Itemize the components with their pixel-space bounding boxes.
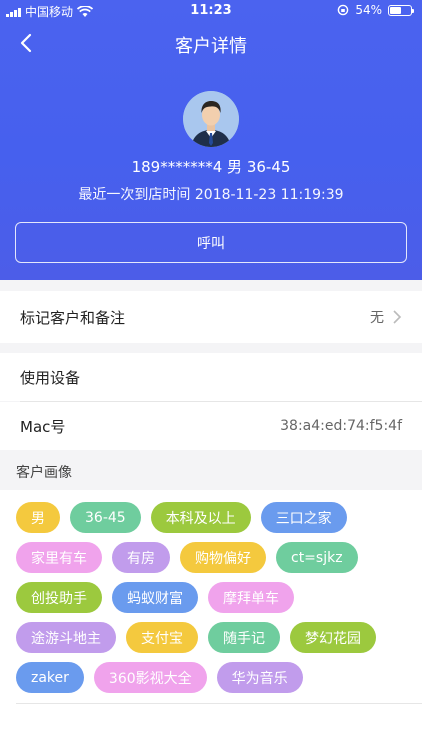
tag: zaker <box>16 662 84 693</box>
tag: 支付宝 <box>126 622 198 653</box>
header: 中国移动 11:23 54% 客户详情 189*******4 男 36-45 … <box>0 0 422 280</box>
remark-label: 标记客户和备注 <box>20 308 126 327</box>
page-title: 客户详情 <box>175 36 247 57</box>
mac-row: Mac号 38:a4:ed:74:f5:4f <box>0 402 422 450</box>
tag: 创投助手 <box>16 582 102 613</box>
customer-gender: 男 <box>227 158 243 176</box>
tag: 梦幻花园 <box>290 622 376 653</box>
tag: 男 <box>16 502 60 533</box>
tag-row: 男 36-45 本科及以上 三口之家 <box>16 502 347 533</box>
last-visit-label: 最近一次到店时间 <box>78 187 191 203</box>
customer-phone: 189*******4 <box>131 158 223 176</box>
last-visit: 最近一次到店时间 2018-11-23 11:19:39 <box>0 184 422 204</box>
tag: 本科及以上 <box>150 502 251 533</box>
tag: 购物偏好 <box>180 542 266 573</box>
customer-age: 36-45 <box>246 158 291 176</box>
tag: 蚂蚁财富 <box>112 582 198 613</box>
tag: 随手记 <box>208 622 280 653</box>
call-button[interactable]: 呼叫 <box>15 222 407 263</box>
rotation-lock-icon <box>338 4 349 16</box>
tag-row: zaker 360影视大全 华为音乐 <box>16 662 303 693</box>
tag: 华为音乐 <box>216 662 303 693</box>
portrait-label: 客户画像 <box>16 465 72 481</box>
device-title-row: 使用设备 <box>0 353 422 401</box>
remark-row[interactable]: 标记客户和备注 无 <box>0 291 422 343</box>
tag: 有房 <box>112 542 170 573</box>
device-title: 使用设备 <box>20 368 81 387</box>
tag-row: 家里有车 有房 购物偏好 ct=sjkz <box>16 542 358 573</box>
portrait-tags: 男 36-45 本科及以上 三口之家 家里有车 有房 购物偏好 ct=sjkz … <box>0 490 422 750</box>
mac-value: 38:a4:ed:74:f5:4f <box>280 418 402 434</box>
tag: 360影视大全 <box>93 662 207 693</box>
avatar <box>183 91 239 147</box>
tag-row: 途游斗地主 支付宝 随手记 梦幻花园 <box>16 622 376 653</box>
chevron-right-icon <box>393 310 402 324</box>
battery-icon <box>388 4 414 16</box>
battery-percent: 54% <box>355 3 382 17</box>
last-visit-time: 2018-11-23 11:19:39 <box>194 187 344 203</box>
tag: ct=sjkz <box>276 542 358 573</box>
tag: 三口之家 <box>260 502 347 533</box>
tag: 摩拜单车 <box>208 582 294 613</box>
bottom-divider <box>16 703 422 704</box>
customer-summary: 189*******4 男 36-45 <box>0 156 422 177</box>
mac-label: Mac号 <box>20 417 66 436</box>
remark-value: 无 <box>370 310 384 326</box>
status-bar: 中国移动 11:23 54% <box>0 0 422 22</box>
tag-row: 创投助手 蚂蚁财富 摩拜单车 <box>16 582 294 613</box>
tag: 家里有车 <box>16 542 102 573</box>
tag: 36-45 <box>70 502 141 533</box>
tag: 途游斗地主 <box>16 622 116 653</box>
